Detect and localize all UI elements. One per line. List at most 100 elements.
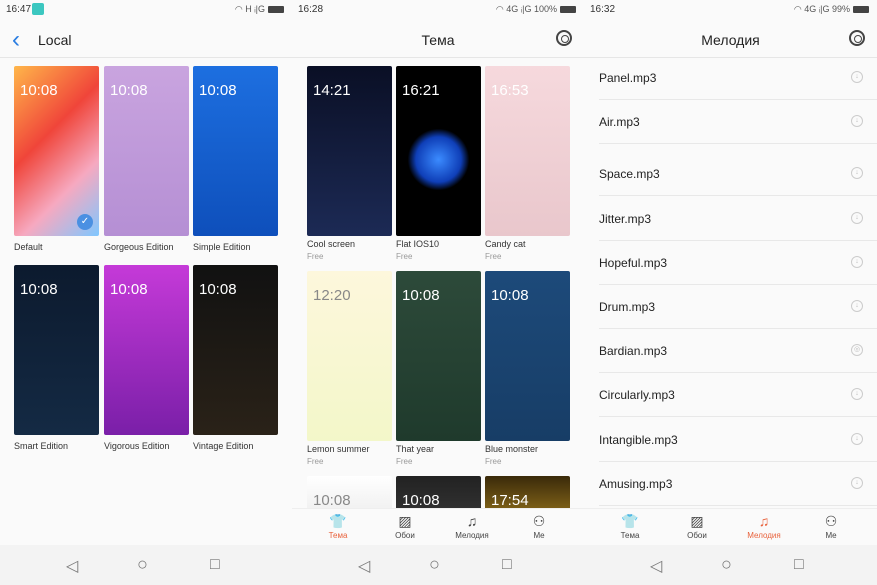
phone-screen-1: 16:47 ◠ H ᵢ|G ‹ Local 10:08 ✓ Default 10:08…: [0, 0, 292, 585]
theme-label: Default: [14, 242, 43, 252]
bottom-nav: 👕 Тема ▨ Обои ♫ Мелодия ⚇ Me: [584, 508, 877, 545]
theme-label: Gorgeous Edition: [104, 242, 174, 252]
theme-price: Free: [396, 252, 413, 261]
ringtone-item[interactable]: Circularly.mp3 ↓: [599, 373, 877, 417]
status-bar: 16:32 ◠ 4G ᵢ|G 99%: [584, 0, 877, 20]
title-bar: Тема: [292, 20, 584, 58]
signal-indicators: ◠ 4G ᵢ|G 99%: [794, 4, 869, 15]
nav-person[interactable]: ⚇ Me: [801, 513, 861, 540]
download-icon[interactable]: ↓: [851, 167, 863, 179]
home-nav-button[interactable]: ○: [429, 554, 440, 575]
back-nav-button[interactable]: ◁: [358, 556, 370, 576]
nav-image[interactable]: ▨ Обои: [375, 513, 435, 540]
theme-thumbnail[interactable]: 10:08: [193, 265, 278, 435]
person-icon: ⚇: [532, 513, 546, 529]
recent-apps-button[interactable]: □: [502, 556, 512, 574]
back-nav-button[interactable]: ◁: [650, 556, 662, 576]
recent-apps-button[interactable]: □: [210, 556, 220, 574]
download-icon[interactable]: ↓: [851, 388, 863, 400]
theme-label: Lemon summer: [307, 444, 370, 454]
home-nav-button[interactable]: ○: [721, 554, 732, 575]
signal-indicators: ◠ 4G ᵢ|G 100%: [496, 4, 576, 15]
nav-music[interactable]: ♫ Мелодия: [734, 513, 794, 540]
wifi-icon: ◠: [793, 4, 805, 14]
shirt-icon: 👕: [621, 513, 639, 529]
ringtone-item[interactable]: Jitter.mp3 ↓: [599, 197, 877, 241]
theme-label: Vigorous Edition: [104, 441, 170, 451]
theme-thumbnail[interactable]: 10:08: [104, 66, 189, 236]
theme-thumbnail[interactable]: 16:53: [485, 66, 570, 236]
theme-label: Candy cat: [485, 239, 526, 249]
download-icon[interactable]: ↓: [851, 256, 863, 268]
status-bar: 16:28 ◠ 4G ᵢ|G 100%: [292, 0, 584, 20]
theme-price: Free: [485, 457, 502, 466]
theme-label: Flat IOS10: [396, 239, 440, 249]
ringtone-item[interactable]: Amusing.mp3 ↓: [599, 462, 877, 506]
theme-label: That year: [396, 444, 435, 454]
back-button[interactable]: ‹: [12, 26, 20, 54]
music-icon: ♫: [466, 513, 478, 529]
theme-thumbnail[interactable]: 10:08: [396, 271, 481, 441]
ringtone-item[interactable]: Air.mp3 ↓: [599, 100, 877, 144]
nav-shirt[interactable]: 👕 Тема: [308, 513, 368, 540]
battery-icon: [853, 6, 869, 14]
person-icon: ⚇: [824, 513, 838, 529]
page-title: Мелодия: [701, 32, 760, 48]
ringtone-item[interactable]: Hopeful.mp3 ↓: [599, 241, 877, 285]
nav-shirt[interactable]: 👕 Тема: [600, 513, 660, 540]
back-nav-button[interactable]: ◁: [66, 556, 78, 576]
theme-thumbnail[interactable]: 10:08: [104, 265, 189, 435]
system-nav-bar: ◁ ○ □: [0, 545, 292, 585]
image-icon: ▨: [690, 513, 704, 529]
recent-apps-button[interactable]: □: [794, 556, 804, 574]
theme-thumbnail[interactable]: 12:20: [307, 271, 392, 441]
download-icon[interactable]: ↓: [851, 115, 863, 127]
ringtone-item[interactable]: Intangible.mp3 ↓: [599, 418, 877, 462]
nav-image[interactable]: ▨ Обои: [667, 513, 727, 540]
ringtone-item[interactable]: Space.mp3 ↓: [599, 152, 877, 196]
download-icon[interactable]: ↓: [851, 300, 863, 312]
theme-label: Cool screen: [307, 239, 356, 249]
download-icon[interactable]: ↓: [851, 433, 863, 445]
title-bar: Мелодия: [584, 20, 877, 58]
nav-music[interactable]: ♫ Мелодия: [442, 513, 502, 540]
download-icon[interactable]: ↓: [851, 212, 863, 224]
theme-thumbnail[interactable]: 10:08: [193, 66, 278, 236]
theme-label: Smart Edition: [14, 441, 69, 451]
bottom-nav: 👕 Тема ▨ Обои ♫ Мелодия ⚇ Me: [292, 508, 584, 545]
selected-check-icon: ✓: [77, 214, 93, 230]
system-nav-bar: ◁ ○ □: [292, 545, 584, 585]
shirt-icon: 👕: [329, 513, 347, 529]
theme-thumbnail[interactable]: 16:21: [396, 66, 481, 236]
ringtone-item[interactable]: Panel.mp3 ↓: [599, 56, 877, 100]
phone-screen-2: 16:28 ◠ 4G ᵢ|G 100% Тема 14:21 Cool scree…: [292, 0, 584, 585]
download-icon[interactable]: ↓: [851, 477, 863, 489]
settings-gear-icon[interactable]: [556, 30, 572, 46]
screenshot-icon: [32, 3, 44, 15]
theme-label: Blue monster: [485, 444, 539, 454]
theme-label: Simple Edition: [193, 242, 251, 252]
status-bar: 16:47 ◠ H ᵢ|G: [0, 0, 292, 20]
system-nav-bar: ◁ ○ □: [584, 545, 877, 585]
home-nav-button[interactable]: ○: [137, 554, 148, 575]
nav-person[interactable]: ⚇ Me: [509, 513, 569, 540]
battery-icon: [268, 6, 284, 14]
image-icon: ▨: [398, 513, 412, 529]
signal-indicators: ◠ H ᵢ|G: [235, 4, 284, 15]
theme-price: Free: [396, 457, 413, 466]
playing-icon[interactable]: ◎: [851, 344, 863, 356]
theme-thumbnail[interactable]: 10:08 ✓: [14, 66, 99, 236]
download-icon[interactable]: ↓: [851, 71, 863, 83]
theme-label: Vintage Edition: [193, 441, 254, 451]
theme-price: Free: [485, 252, 502, 261]
ringtone-item[interactable]: Drum.mp3 ↓: [599, 285, 877, 329]
title-bar: ‹ Local: [0, 20, 292, 58]
theme-price: Free: [307, 252, 324, 261]
theme-thumbnail[interactable]: 10:08: [14, 265, 99, 435]
theme-thumbnail[interactable]: 10:08: [485, 271, 570, 441]
ringtone-item[interactable]: Bardian.mp3 ◎: [599, 329, 877, 373]
theme-price: Free: [307, 457, 324, 466]
theme-thumbnail[interactable]: 14:21: [307, 66, 392, 236]
wifi-icon: ◠: [495, 4, 507, 14]
settings-gear-icon[interactable]: [849, 30, 865, 46]
